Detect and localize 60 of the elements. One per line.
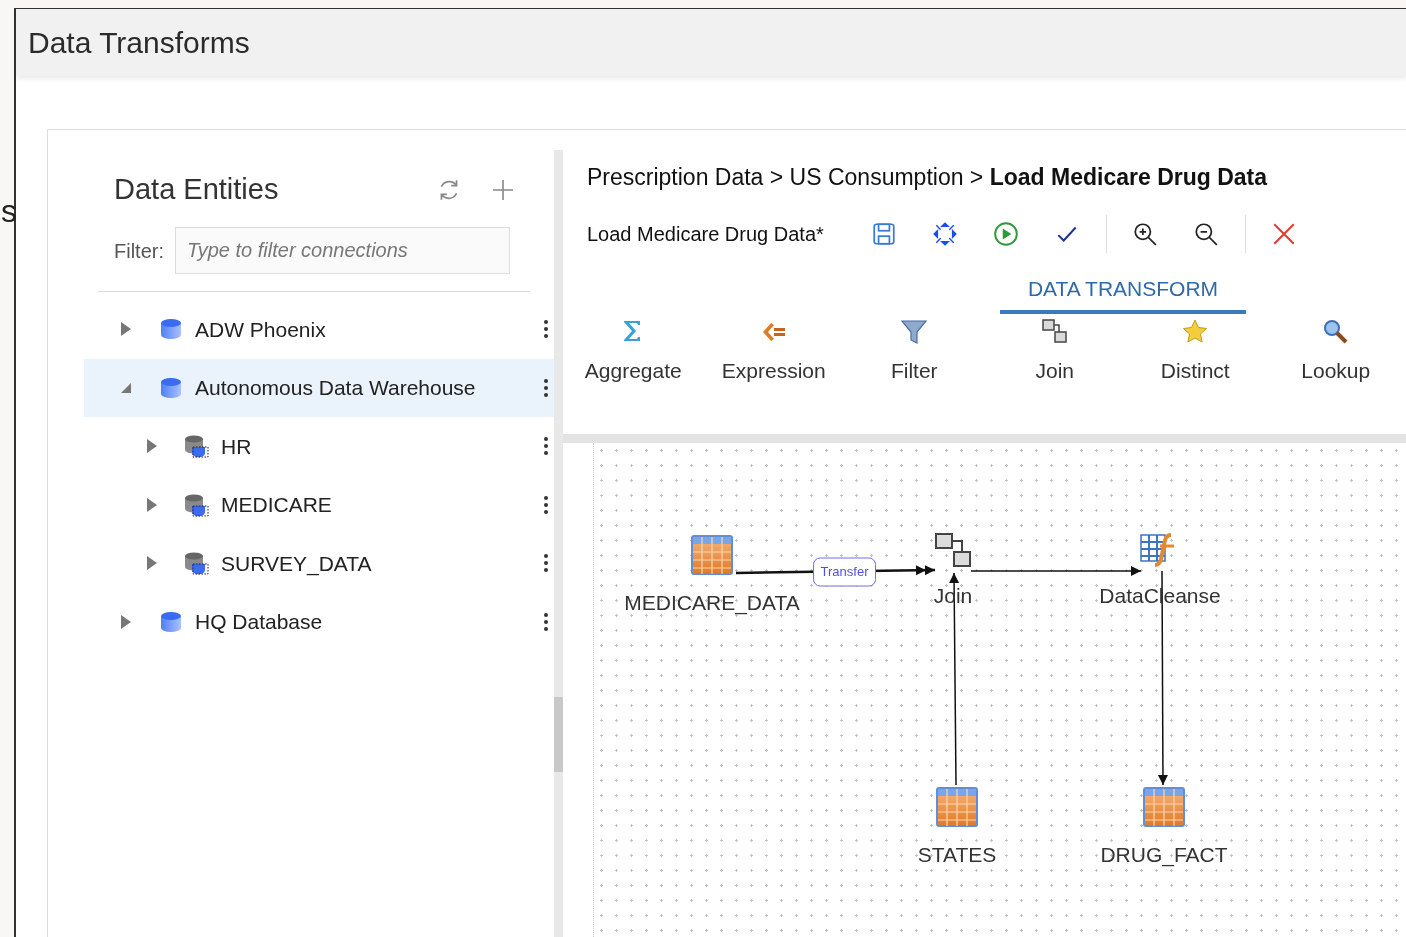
filter-field[interactable]: Type to filter connections — [175, 227, 510, 274]
tree-item-label: Autonomous Data Warehouse — [195, 375, 477, 401]
join-icon[interactable] — [935, 533, 971, 567]
tree-item-label: SURVEY_DATA — [221, 550, 373, 578]
expand-arrow-icon[interactable] — [147, 439, 157, 454]
palette-item[interactable]: Distinct — [1160, 354, 1230, 386]
tree-item[interactable]: ADW Phoenix — [84, 300, 554, 359]
tab[interactable]: DATA TRANSFORM — [1000, 272, 1246, 314]
filter-label: Filter: — [114, 238, 164, 264]
node-label: STATES — [917, 844, 997, 865]
add-icon[interactable] — [492, 179, 514, 201]
palette-item[interactable]: Filter — [890, 354, 938, 386]
scrollbar-thumb[interactable] — [554, 697, 563, 772]
tree-item[interactable]: MEDICARE — [84, 475, 554, 534]
connector-arrow[interactable] — [970, 566, 1142, 576]
more-options-icon[interactable] — [544, 612, 548, 631]
expand-arrow-icon[interactable] — [147, 556, 157, 571]
more-options-icon[interactable] — [544, 554, 548, 573]
palette-item[interactable]: Lookup — [1301, 354, 1371, 386]
database-icon — [159, 375, 183, 400]
schema-icon — [184, 492, 210, 517]
collapse-arrow-icon[interactable] — [120, 381, 132, 394]
fit-to-screen-icon[interactable] — [932, 220, 959, 247]
join-icon[interactable] — [1040, 317, 1069, 346]
zoom-in-icon[interactable] — [1132, 220, 1159, 247]
funnel-icon[interactable] — [900, 317, 929, 346]
more-options-icon[interactable] — [544, 378, 548, 397]
tree-item-label: ADW Phoenix — [195, 316, 327, 343]
save-icon[interactable] — [871, 220, 898, 247]
breadcrumb: Prescription Data > US Consumption > Load Medicare Drug Data — [587, 163, 1269, 192]
tree-item[interactable]: SURVEY_DATA — [84, 534, 554, 593]
tree-item-label: MEDICARE — [221, 492, 333, 518]
tree-item[interactable]: HR — [84, 417, 554, 476]
database-icon — [159, 609, 183, 634]
expand-arrow-icon[interactable] — [121, 614, 131, 629]
palette-item[interactable]: Aggregate — [584, 354, 682, 386]
tree-item[interactable]: HQ Database — [84, 592, 554, 651]
magnifier-icon[interactable] — [1321, 317, 1350, 346]
expand-arrow-icon[interactable] — [121, 322, 131, 337]
palette-item[interactable]: Expression — [721, 354, 826, 386]
node-label: DRUG_FACT — [1100, 844, 1228, 865]
node-label: MEDICARE_DATA — [624, 592, 800, 613]
palette-item[interactable]: Join — [1035, 354, 1074, 386]
schema-icon — [184, 551, 210, 576]
more-options-icon[interactable] — [544, 437, 548, 456]
tree-item-label: HR — [221, 433, 253, 460]
run-icon[interactable] — [993, 220, 1020, 247]
tree-item-label: HQ Database — [195, 609, 324, 635]
edge-label[interactable]: Transfer — [812, 557, 877, 586]
zoom-out-icon[interactable] — [1193, 220, 1220, 247]
panel-title: Data Entities — [114, 172, 280, 208]
window-title: Data Transforms — [28, 25, 250, 61]
database-icon — [159, 317, 183, 342]
flow-name: Load Medicare Drug Data* — [587, 221, 824, 247]
star-icon[interactable] — [1181, 317, 1210, 346]
tree-item[interactable]: Autonomous Data Warehouse — [84, 358, 554, 417]
more-options-icon[interactable] — [544, 495, 548, 514]
more-options-icon[interactable] — [544, 320, 548, 339]
expand-arrow-icon[interactable] — [147, 497, 157, 512]
schema-icon — [184, 434, 210, 459]
